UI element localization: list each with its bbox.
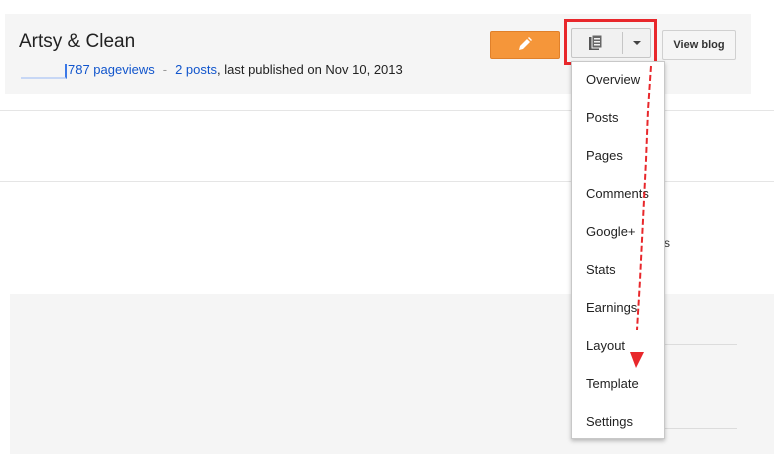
menu-item-settings[interactable]: Settings — [586, 414, 633, 429]
divider-line — [655, 344, 737, 345]
pageviews-link[interactable]: 787 pageviews — [68, 62, 155, 77]
annotation-highlight-box — [564, 19, 657, 65]
pageviews-sparkline — [21, 64, 67, 79]
posts-link[interactable]: 2 posts — [175, 62, 217, 77]
menu-item-comments[interactable]: Comments — [586, 186, 649, 201]
blog-title[interactable]: Artsy & Clean — [19, 31, 135, 53]
menu-item-layout[interactable]: Layout — [586, 338, 625, 353]
menu-item-template[interactable]: Template — [586, 376, 639, 391]
menu-item-pages[interactable]: Pages — [586, 148, 623, 163]
menu-item-google-plus[interactable]: Google+ — [586, 224, 636, 239]
last-published-text: , last published on Nov 10, 2013 — [217, 62, 403, 77]
menu-item-posts[interactable]: Posts — [586, 110, 619, 125]
manage-dropdown-menu: Overview Posts Pages Comments Google+ St… — [571, 61, 665, 439]
menu-item-earnings[interactable]: Earnings — [586, 300, 637, 315]
menu-item-stats[interactable]: Stats — [586, 262, 616, 277]
new-post-button[interactable] — [490, 31, 560, 59]
menu-item-overview[interactable]: Overview — [586, 72, 640, 87]
pencil-icon — [519, 37, 532, 50]
stats-separator: - — [162, 62, 168, 77]
view-blog-button[interactable]: View blog — [662, 30, 736, 60]
divider-line — [655, 428, 737, 429]
blog-stats: 787 pageviews -2 posts, last published on… — [68, 62, 403, 77]
